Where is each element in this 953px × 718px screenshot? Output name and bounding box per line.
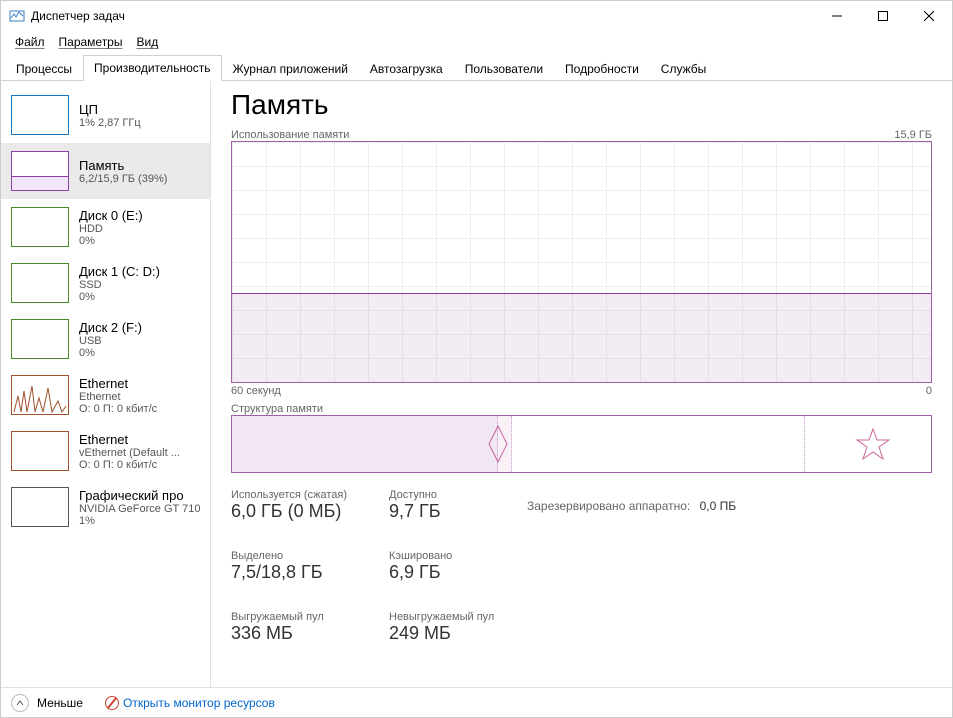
sidebar-item-ethernet1[interactable]: Ethernet vEthernet (Default ... О: 0 П: … bbox=[1, 423, 210, 479]
stat-value: 6,0 ГБ (0 МБ) bbox=[231, 501, 361, 522]
memory-composition-bar[interactable] bbox=[231, 415, 932, 473]
window-title: Диспетчер задач bbox=[31, 9, 814, 23]
chart-xleft: 60 секунд bbox=[231, 385, 281, 397]
sidebar-item-gpu[interactable]: Графический про NVIDIA GeForce GT 710 1% bbox=[1, 479, 210, 535]
sidebar-item-disk1[interactable]: Диск 1 (C: D:) SSD 0% bbox=[1, 255, 210, 311]
ethernet-thumbnail bbox=[11, 431, 69, 471]
window-buttons bbox=[814, 1, 952, 31]
sidebar: ЦП 1% 2,87 ГГц Память 6,2/15,9 ГБ (39%) … bbox=[1, 81, 211, 687]
sidebar-item-label: Диск 1 (C: D:) bbox=[79, 264, 160, 279]
chevron-up-icon[interactable] bbox=[11, 694, 29, 712]
memory-thumbnail bbox=[11, 151, 69, 191]
footer: Меньше Открыть монитор ресурсов bbox=[1, 687, 952, 717]
gpu-thumbnail bbox=[11, 487, 69, 527]
stat-value: 6,9 ГБ bbox=[389, 562, 499, 583]
stat-value: 7,5/18,8 ГБ bbox=[231, 562, 361, 583]
menubar: Файл Параметры Вид bbox=[1, 31, 952, 53]
fewer-details-button[interactable]: Меньше bbox=[37, 696, 83, 710]
tab-startup[interactable]: Автозагрузка bbox=[359, 56, 454, 81]
tab-users[interactable]: Пользователи bbox=[454, 56, 554, 81]
sidebar-item-label: ЦП bbox=[79, 102, 141, 117]
tab-performance[interactable]: Производительность bbox=[83, 55, 221, 81]
minimize-button[interactable] bbox=[814, 1, 860, 31]
disk-thumbnail bbox=[11, 207, 69, 247]
sidebar-item-label: Ethernet bbox=[79, 376, 157, 391]
menu-view[interactable]: Вид bbox=[130, 33, 164, 51]
tab-details[interactable]: Подробности bbox=[554, 56, 650, 81]
stat-label: Выделено bbox=[231, 550, 361, 562]
sidebar-item-label: Диск 2 (F:) bbox=[79, 320, 142, 335]
tabbar: Процессы Производительность Журнал прило… bbox=[1, 53, 952, 81]
chart-ymax: 15,9 ГБ bbox=[894, 129, 932, 141]
stat-label: Невыгружаемый пул bbox=[389, 611, 499, 623]
chart-xright: 0 bbox=[926, 385, 932, 397]
stat-label: Зарезервировано аппаратно: bbox=[527, 499, 690, 513]
sidebar-item-memory[interactable]: Память 6,2/15,9 ГБ (39%) bbox=[1, 143, 210, 199]
composition-title: Структура памяти bbox=[231, 403, 323, 415]
memory-usage-chart[interactable] bbox=[231, 141, 932, 383]
disk-thumbnail bbox=[11, 263, 69, 303]
stat-label: Используется (сжатая) bbox=[231, 489, 361, 501]
star-icon bbox=[855, 427, 891, 461]
stat-value: 0,0 ПБ bbox=[700, 499, 737, 513]
stat-label: Доступно bbox=[389, 489, 499, 501]
sidebar-item-label: Ethernet bbox=[79, 432, 180, 447]
sidebar-item-disk2[interactable]: Диск 2 (F:) USB 0% bbox=[1, 311, 210, 367]
cpu-thumbnail bbox=[11, 95, 69, 135]
open-resource-monitor-link[interactable]: Открыть монитор ресурсов bbox=[105, 696, 275, 710]
main-panel: Память Использование памяти 15,9 ГБ 60 с… bbox=[211, 81, 952, 687]
disk-thumbnail bbox=[11, 319, 69, 359]
sidebar-item-cpu[interactable]: ЦП 1% 2,87 ГГц bbox=[1, 87, 210, 143]
sidebar-item-label: Графический про bbox=[79, 488, 200, 503]
chart-title: Использование памяти bbox=[231, 129, 349, 141]
sidebar-item-ethernet0[interactable]: Ethernet Ethernet О: 0 П: 0 кбит/с bbox=[1, 367, 210, 423]
stat-value: 336 МБ bbox=[231, 623, 361, 644]
page-title: Память bbox=[231, 89, 932, 121]
sidebar-item-label: Диск 0 (E:) bbox=[79, 208, 143, 223]
menu-options[interactable]: Параметры bbox=[53, 33, 129, 51]
app-icon bbox=[9, 8, 25, 24]
menu-file[interactable]: Файл bbox=[9, 33, 51, 51]
stat-value: 9,7 ГБ bbox=[389, 501, 499, 522]
tab-services[interactable]: Службы bbox=[650, 56, 717, 81]
maximize-button[interactable] bbox=[860, 1, 906, 31]
diamond-icon bbox=[487, 424, 509, 464]
memory-stats: Используется (сжатая) 6,0 ГБ (0 МБ) Дост… bbox=[231, 489, 932, 644]
ethernet-thumbnail bbox=[11, 375, 69, 415]
tab-processes[interactable]: Процессы bbox=[5, 56, 83, 81]
sidebar-item-label: Память bbox=[79, 158, 167, 173]
tab-app-history[interactable]: Журнал приложений bbox=[222, 56, 359, 81]
stat-value: 249 МБ bbox=[389, 623, 499, 644]
resource-monitor-icon bbox=[105, 696, 119, 710]
titlebar: Диспетчер задач bbox=[1, 1, 952, 31]
close-button[interactable] bbox=[906, 1, 952, 31]
sidebar-item-disk0[interactable]: Диск 0 (E:) HDD 0% bbox=[1, 199, 210, 255]
stat-label: Выгружаемый пул bbox=[231, 611, 361, 623]
stat-label: Кэшировано bbox=[389, 550, 499, 562]
